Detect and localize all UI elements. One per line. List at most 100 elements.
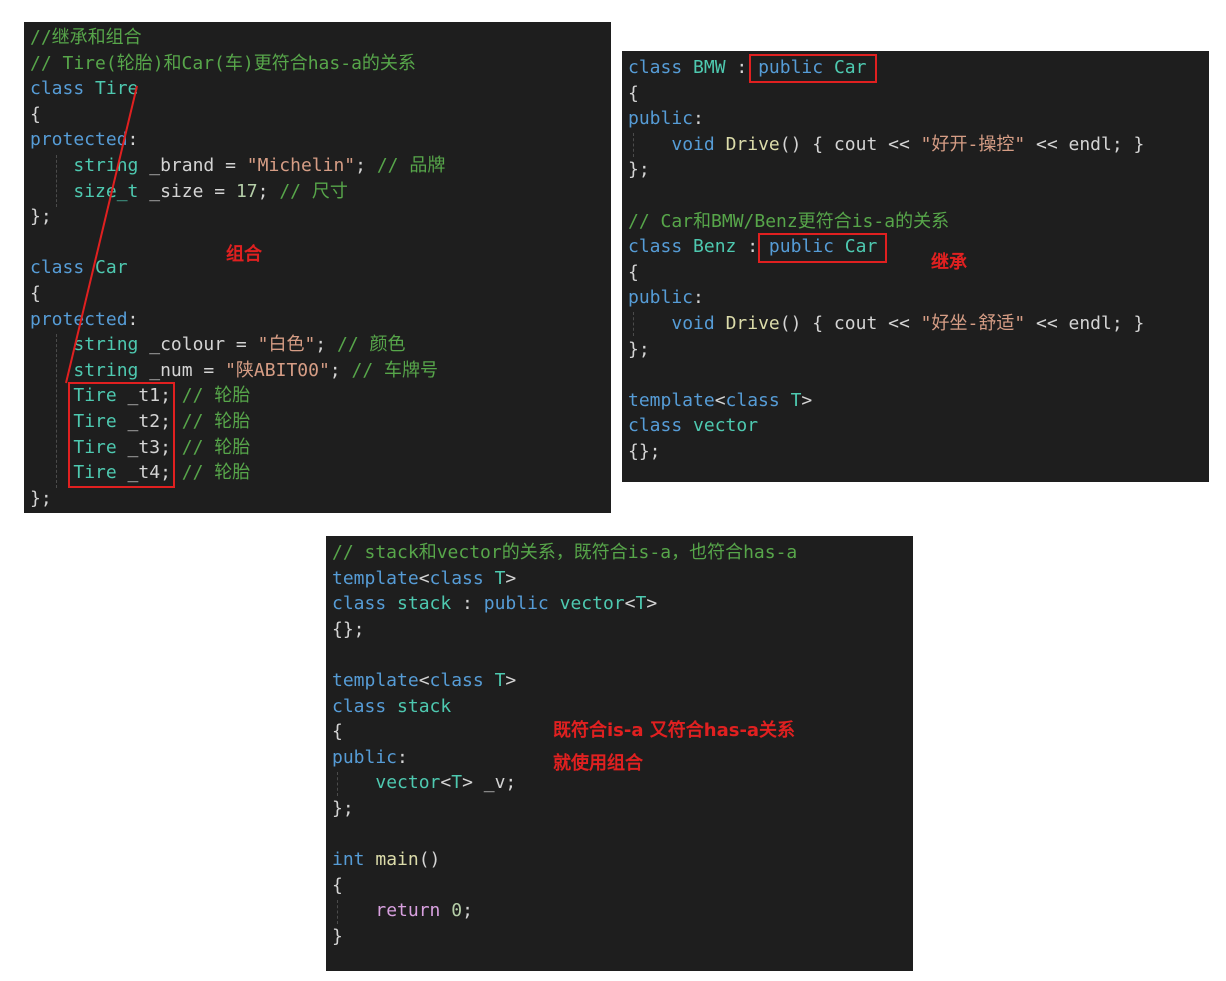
code-token-ident: {};: [628, 440, 661, 462]
indent-guide: [633, 133, 634, 157]
code-token-ident: {: [332, 721, 343, 743]
code-token-ident: <: [418, 567, 430, 589]
code-token-keyword: void: [671, 133, 715, 155]
code-token-keyword: class: [332, 593, 387, 615]
code-line: }: [332, 924, 797, 950]
code-token-ident: [780, 390, 791, 411]
code-line: {};: [628, 439, 1144, 465]
code-token-ident: };: [628, 159, 650, 181]
code-token-ident: > _v;: [462, 772, 517, 794]
code-token-keyword: class: [429, 669, 484, 691]
code-line: return 0;: [332, 898, 797, 924]
annotation-use-composition: 既符合is-a 又符合has-a关系: [553, 720, 796, 741]
code-token-ident: {: [628, 82, 639, 104]
code-token-string: "好坐-舒适": [920, 312, 1026, 334]
code-token-keyword: template: [332, 567, 419, 589]
annotation-use-composition-line2: 就使用组合: [553, 753, 643, 774]
code-token-type: vector: [693, 415, 759, 437]
code-line: class stack : public vector<T>: [332, 591, 797, 617]
code-token-ident: >: [505, 669, 517, 691]
code-token-ident: () { cout <<: [779, 133, 921, 155]
code-token-ident: :: [693, 287, 704, 309]
indent-guide: [337, 772, 338, 796]
code-token-ident: };: [332, 797, 354, 819]
code-line: template<class T>: [332, 566, 797, 592]
highlight-box-public-car-benz: [758, 233, 887, 263]
code-token-type: T: [494, 669, 506, 691]
code-token-ident: [365, 849, 376, 870]
code-token-ident: {};: [332, 618, 365, 640]
code-token-type: T: [494, 567, 506, 589]
code-token-ident: [715, 313, 726, 334]
code-token-ident: {: [628, 261, 639, 283]
code-token-ident: [440, 900, 451, 921]
code-token-keyword: class: [628, 57, 683, 78]
code-panel-stack-vector: // stack和vector的关系，既符合is-a，也符合has-a templ…: [326, 536, 913, 971]
code-token-ident: [484, 670, 495, 691]
code-token-type: BMW: [693, 57, 726, 78]
code-line: template<class T>: [332, 668, 797, 694]
code-token-comment: // Car和BMW/Benz更符合is-a的关系: [628, 210, 950, 232]
code-line: {: [628, 260, 1144, 286]
code-token-keyword: public: [628, 287, 694, 309]
code-token-ident: }: [332, 925, 343, 947]
code-token-ident: [549, 593, 560, 614]
code-token-func: main: [375, 849, 419, 871]
code-token-type: Benz: [693, 236, 737, 258]
code-line: class vector: [628, 413, 1144, 439]
code-token-ident: [682, 236, 693, 257]
code-token-ident: <: [440, 772, 452, 794]
code-token-type: T: [790, 389, 802, 411]
code-token-ident: [715, 134, 726, 155]
code-token-type: stack: [397, 593, 452, 615]
code-line: template<class T>: [628, 388, 1144, 414]
code-panel-inheritance-composition: //继承和组合// Tire(轮胎)和Car(车)更符合has-a的关系 clas…: [24, 22, 611, 513]
code-token-keyword: class: [628, 415, 683, 437]
code-token-ident: >: [646, 593, 658, 615]
highlight-box-tire-members: [68, 382, 175, 488]
code-token-keyword: public: [483, 593, 549, 615]
code-token-ident: [386, 593, 397, 614]
code-line: };: [628, 157, 1144, 183]
code-line: int main(): [332, 847, 797, 873]
code-token-ident: [628, 313, 671, 334]
code-line: public:: [628, 106, 1144, 132]
code-token-ident: << endl; }: [1025, 133, 1145, 155]
code-token-ident: };: [628, 338, 650, 360]
code-line: };: [628, 337, 1144, 363]
code-token-ident: [332, 900, 375, 921]
code-token-ident: :: [451, 593, 484, 615]
code-token-keyword: class: [332, 695, 387, 717]
code-token-type: vector: [559, 593, 625, 615]
annotation-composition: 组合: [226, 244, 262, 265]
code-token-control: return: [375, 900, 441, 922]
code-line: // Car和BMW/Benz更符合is-a的关系: [628, 209, 1144, 235]
code-token-keyword: int: [332, 849, 365, 871]
code-token-ident: [682, 415, 693, 436]
code-token-ident: << endl; }: [1025, 312, 1145, 334]
code-line: {};: [332, 617, 797, 643]
code-token-ident: [386, 696, 397, 717]
annotation-inheritance: 继承: [931, 252, 967, 273]
code-token-number: 0: [451, 900, 463, 922]
code-token-keyword: template: [628, 389, 715, 411]
code-token-ident: () { cout <<: [779, 312, 921, 334]
code-token-keyword: template: [332, 669, 419, 691]
code-token-string: "好开-操控": [920, 133, 1026, 155]
code-block-bottom: // stack和vector的关系，既符合is-a，也符合has-a templ…: [332, 540, 797, 950]
code-token-ident: [484, 568, 495, 589]
code-token-keyword: class: [429, 567, 484, 589]
indent-guide: [337, 900, 338, 924]
indent-guide: [633, 312, 634, 336]
red-diagonal-stroke: [65, 85, 138, 384]
code-line: {: [628, 81, 1144, 107]
code-token-keyword: public: [628, 108, 694, 130]
code-line: public:: [628, 285, 1144, 311]
code-token-ident: <: [624, 593, 636, 615]
code-token-ident: <: [418, 669, 430, 691]
code-token-ident: [628, 134, 671, 155]
code-line: {: [332, 873, 797, 899]
code-token-ident: {: [332, 874, 343, 896]
